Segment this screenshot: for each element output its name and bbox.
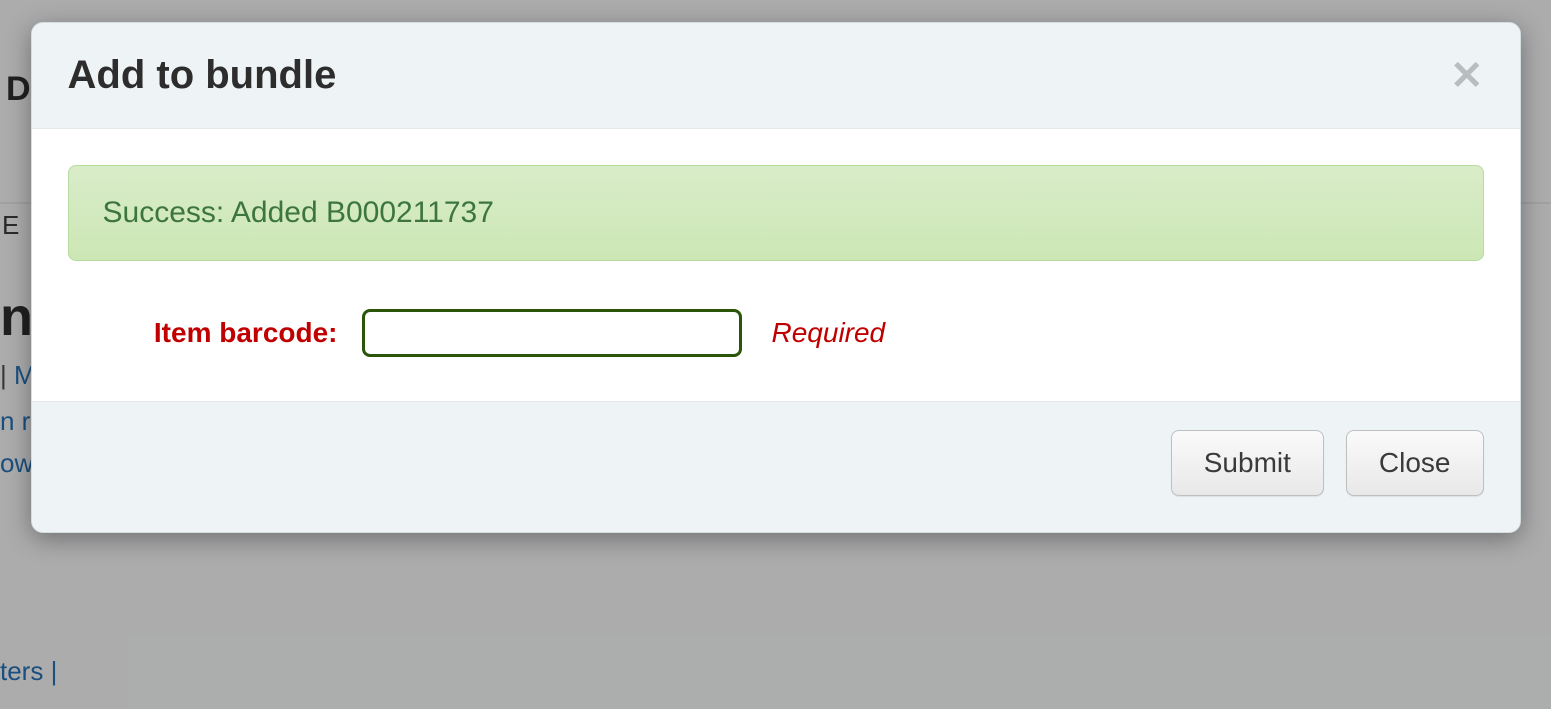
close-icon[interactable]: ✕ (1450, 56, 1484, 96)
barcode-input[interactable] (362, 309, 742, 357)
barcode-form-row: Item barcode: Required (68, 309, 1484, 357)
barcode-label: Item barcode: (128, 317, 338, 349)
modal-header: Add to bundle ✕ (32, 23, 1520, 129)
close-button[interactable]: Close (1346, 430, 1484, 496)
add-to-bundle-modal: Add to bundle ✕ Success: Added B00021173… (31, 22, 1521, 533)
modal-overlay: Add to bundle ✕ Success: Added B00021173… (0, 0, 1551, 709)
submit-button[interactable]: Submit (1171, 430, 1324, 496)
modal-body: Success: Added B000211737 Item barcode: … (32, 129, 1520, 401)
success-alert: Success: Added B000211737 (68, 165, 1484, 261)
modal-title: Add to bundle (68, 53, 337, 98)
modal-footer: Submit Close (32, 401, 1520, 532)
required-hint: Required (772, 317, 886, 349)
